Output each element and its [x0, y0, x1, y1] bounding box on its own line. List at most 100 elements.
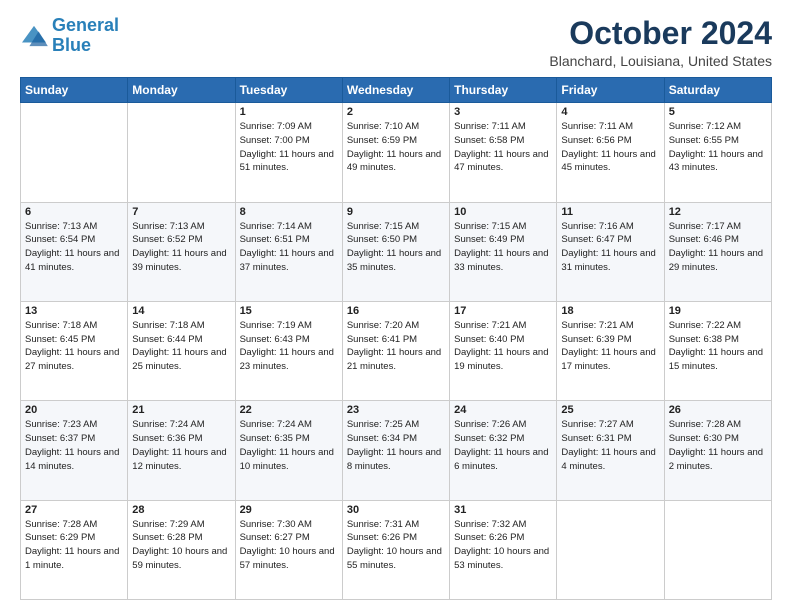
- daylight-text: Daylight: 11 hours and 31 minutes.: [561, 248, 655, 273]
- sunset-text: Sunset: 6:36 PM: [132, 433, 202, 444]
- calendar-cell: 9Sunrise: 7:15 AMSunset: 6:50 PMDaylight…: [342, 202, 449, 301]
- day-info: Sunrise: 7:29 AMSunset: 6:28 PMDaylight:…: [132, 518, 230, 573]
- day-info: Sunrise: 7:28 AMSunset: 6:29 PMDaylight:…: [25, 518, 123, 573]
- day-info: Sunrise: 7:17 AMSunset: 6:46 PMDaylight:…: [669, 220, 767, 275]
- daylight-text: Daylight: 11 hours and 8 minutes.: [347, 447, 441, 472]
- calendar-cell: [664, 500, 771, 599]
- calendar-cell: 20Sunrise: 7:23 AMSunset: 6:37 PMDayligh…: [21, 401, 128, 500]
- day-info: Sunrise: 7:24 AMSunset: 6:36 PMDaylight:…: [132, 418, 230, 473]
- sunset-text: Sunset: 6:39 PM: [561, 334, 631, 345]
- day-info: Sunrise: 7:31 AMSunset: 6:26 PMDaylight:…: [347, 518, 445, 573]
- weekday-header-thursday: Thursday: [450, 78, 557, 103]
- daylight-text: Daylight: 11 hours and 21 minutes.: [347, 347, 441, 372]
- sunrise-text: Sunrise: 7:12 AM: [669, 121, 741, 132]
- sunrise-text: Sunrise: 7:18 AM: [25, 320, 97, 331]
- day-number: 30: [347, 504, 445, 516]
- sunset-text: Sunset: 6:59 PM: [347, 135, 417, 146]
- sunset-text: Sunset: 7:00 PM: [240, 135, 310, 146]
- day-info: Sunrise: 7:15 AMSunset: 6:49 PMDaylight:…: [454, 220, 552, 275]
- calendar-cell: 8Sunrise: 7:14 AMSunset: 6:51 PMDaylight…: [235, 202, 342, 301]
- sunset-text: Sunset: 6:44 PM: [132, 334, 202, 345]
- calendar-cell: 28Sunrise: 7:29 AMSunset: 6:28 PMDayligh…: [128, 500, 235, 599]
- week-row-0: 1 Sunrise: 7:09 AMSunset: 7:00 PMDaylight…: [21, 103, 772, 202]
- sunrise-text: Sunrise: 7:27 AM: [561, 419, 633, 430]
- day-number: 15: [240, 305, 338, 317]
- day-number: 7: [132, 206, 230, 218]
- sunrise-text: Sunrise: 7:21 AM: [454, 320, 526, 331]
- day-number: 4: [561, 106, 659, 118]
- day-info: Sunrise: 7:19 AMSunset: 6:43 PMDaylight:…: [240, 319, 338, 374]
- sunset-text: Sunset: 6:45 PM: [25, 334, 95, 345]
- day-info: Sunrise: 7:13 AMSunset: 6:52 PMDaylight:…: [132, 220, 230, 275]
- sunrise-text: Sunrise: 7:10 AM: [347, 121, 419, 132]
- day-number: 29: [240, 504, 338, 516]
- day-info: Sunrise: 7:32 AMSunset: 6:26 PMDaylight:…: [454, 518, 552, 573]
- day-number: 6: [25, 206, 123, 218]
- calendar-cell: 31 Sunrise: 7:32 AMSunset: 6:26 PMDayligh…: [450, 500, 557, 599]
- day-number: 26: [669, 404, 767, 416]
- day-info: Sunrise: 7:27 AM Sunset: 6:31 PM Daylight:…: [561, 418, 659, 473]
- calendar-cell: 12Sunrise: 7:17 AMSunset: 6:46 PMDayligh…: [664, 202, 771, 301]
- weekday-header-tuesday: Tuesday: [235, 78, 342, 103]
- calendar-cell: 14Sunrise: 7:18 AMSunset: 6:44 PMDayligh…: [128, 301, 235, 400]
- day-number: 19: [669, 305, 767, 317]
- sunrise-text: Sunrise: 7:28 AM: [669, 419, 741, 430]
- weekday-header-row: SundayMondayTuesdayWednesdayThursdayFrid…: [21, 78, 772, 103]
- day-number: 21: [132, 404, 230, 416]
- sunset-text: Sunset: 6:32 PM: [454, 433, 524, 444]
- sunrise-text: Sunrise: 7:11 AM: [454, 121, 526, 132]
- day-info: Sunrise: 7:13 AMSunset: 6:54 PMDaylight:…: [25, 220, 123, 275]
- calendar-cell: 25Sunrise: 7:27 AMSunset: 6:31 PMDayligh…: [557, 401, 664, 500]
- sunset-text: Sunset: 6:43 PM: [240, 334, 310, 345]
- sunrise-text: Sunrise: 7:22 AM: [669, 320, 741, 331]
- day-info: Sunrise: 7:21 AMSunset: 6:39 PMDaylight:…: [561, 319, 659, 374]
- day-info: Sunrise: 7:24 AMSunset: 6:35 PMDaylight:…: [240, 418, 338, 473]
- calendar-cell: 11Sunrise: 7:16 AMSunset: 6:47 PMDayligh…: [557, 202, 664, 301]
- daylight-text: Daylight: 11 hours and 29 minutes.: [669, 248, 763, 273]
- day-number: 5: [669, 106, 767, 118]
- daylight-text: Daylight: 11 hours and 35 minutes.: [347, 248, 441, 273]
- sunset-text: Sunset: 6:47 PM: [561, 234, 631, 245]
- calendar-cell: 18Sunrise: 7:21 AMSunset: 6:39 PMDayligh…: [557, 301, 664, 400]
- day-number: 22: [240, 404, 338, 416]
- daylight-text: Daylight: 11 hours and 10 minutes.: [240, 447, 334, 472]
- day-number: 11: [561, 206, 659, 218]
- day-info: Sunrise: 7:09 AMSunset: 7:00 PMDaylight:…: [240, 120, 338, 175]
- daylight-text: Daylight: 11 hours and 51 minutes.: [240, 149, 334, 174]
- daylight-text: Daylight: 10 hours and 55 minutes.: [347, 546, 442, 571]
- calendar-cell: [557, 500, 664, 599]
- sunset-text: Sunset: 6:31 PM: [561, 433, 631, 444]
- daylight-text: Daylight: 11 hours and 6 minutes.: [454, 447, 548, 472]
- sunrise-text: Sunrise: 7:24 AM: [240, 419, 312, 430]
- daylight-text: Daylight: 11 hours and 4 minutes.: [561, 447, 655, 472]
- sunset-text: Sunset: 6:34 PM: [347, 433, 417, 444]
- calendar-cell: 4Sunrise: 7:11 AMSunset: 6:56 PMDaylight…: [557, 103, 664, 202]
- day-number: 1: [240, 106, 338, 118]
- day-number: 31: [454, 504, 552, 516]
- day-info: Sunrise: 7:21 AMSunset: 6:40 PMDaylight:…: [454, 319, 552, 374]
- sunrise-text: Sunrise: 7:11 AM: [561, 121, 633, 132]
- weekday-header-sunday: Sunday: [21, 78, 128, 103]
- location-title: Blanchard, Louisiana, United States: [549, 53, 772, 69]
- week-row-3: 20Sunrise: 7:23 AMSunset: 6:37 PMDayligh…: [21, 401, 772, 500]
- daylight-text: Daylight: 11 hours and 15 minutes.: [669, 347, 763, 372]
- calendar-cell: 23Sunrise: 7:25 AMSunset: 6:34 PMDayligh…: [342, 401, 449, 500]
- day-number: 3: [454, 106, 552, 118]
- sunset-text: Sunset: 6:56 PM: [561, 135, 631, 146]
- sunset-text: Sunset: 6:26 PM: [454, 532, 524, 543]
- sunrise-text: Sunrise: 7:13 AM: [132, 221, 204, 232]
- sunset-text: Sunset: 6:29 PM: [25, 532, 95, 543]
- sunrise-text: Sunrise: 7:14 AM: [240, 221, 312, 232]
- calendar-cell: 6 Sunrise: 7:13 AMSunset: 6:54 PMDaylight…: [21, 202, 128, 301]
- daylight-text: Daylight: 11 hours and 23 minutes.: [240, 347, 334, 372]
- sunrise-text: Sunrise: 7:15 AM: [454, 221, 526, 232]
- day-number: 14: [132, 305, 230, 317]
- daylight-text: Daylight: 11 hours and 37 minutes.: [240, 248, 334, 273]
- sunset-text: Sunset: 6:49 PM: [454, 234, 524, 245]
- daylight-text: Daylight: 11 hours and 43 minutes.: [669, 149, 763, 174]
- day-info: Sunrise: 7:12 AMSunset: 6:55 PMDaylight:…: [669, 120, 767, 175]
- sunset-text: Sunset: 6:27 PM: [240, 532, 310, 543]
- day-number: 24: [454, 404, 552, 416]
- sunrise-text: Sunrise: 7:15 AM: [347, 221, 419, 232]
- sunset-text: Sunset: 6:30 PM: [669, 433, 739, 444]
